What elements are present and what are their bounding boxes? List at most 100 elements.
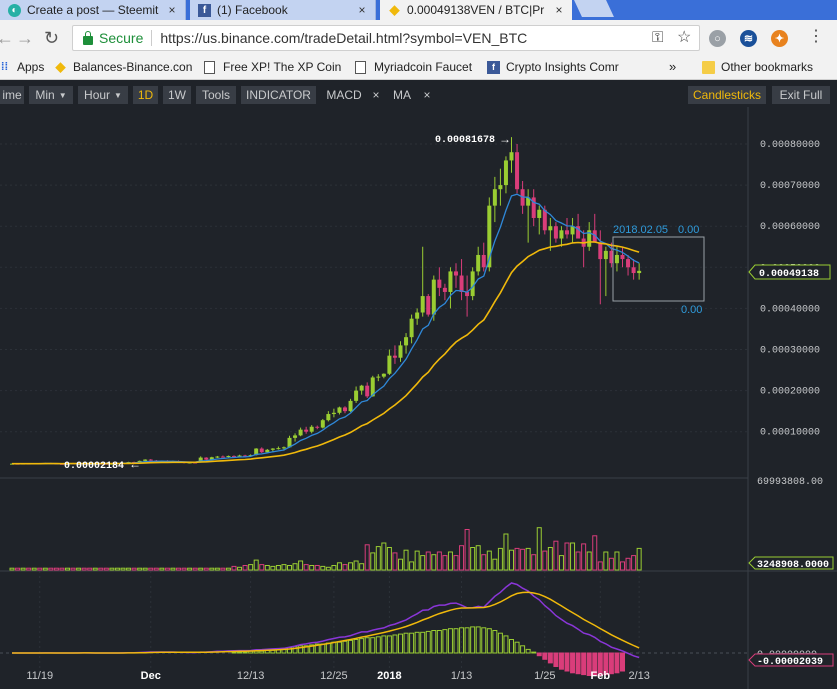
candle-body bbox=[354, 390, 359, 401]
menu-dots-icon[interactable]: ⋮ bbox=[808, 26, 824, 46]
browser-tab-strip: ◐ Create a post — Steemit × f (1) Facebo… bbox=[0, 0, 837, 20]
back-icon[interactable]: ← bbox=[0, 28, 14, 48]
indicator-button[interactable]: INDICATOR bbox=[241, 86, 316, 104]
bookmark-crypto-insights[interactable]: f Crypto Insights Comr bbox=[487, 60, 619, 74]
candle-body bbox=[270, 448, 275, 450]
macd-hist-bar bbox=[547, 652, 553, 664]
candle-body bbox=[448, 271, 453, 292]
bookmark-myriadcoin[interactable]: Myriadcoin Faucet bbox=[355, 60, 472, 74]
candle-body bbox=[226, 455, 231, 457]
secure-label: Secure bbox=[99, 30, 144, 46]
steem-extension-icon[interactable]: ≋ bbox=[740, 30, 757, 47]
candle-body bbox=[387, 355, 392, 374]
candle-body bbox=[431, 279, 436, 315]
volume-current-label: 3248908.0000 bbox=[757, 560, 829, 571]
candle-body bbox=[498, 185, 503, 190]
bookmark-label: Myriadcoin Faucet bbox=[374, 60, 473, 74]
candlesticks-button[interactable]: Candlesticks bbox=[688, 86, 766, 104]
candle-body bbox=[326, 414, 331, 421]
range-top-value: 0.00 bbox=[678, 224, 699, 236]
other-bookmarks[interactable]: Other bookmarks bbox=[702, 60, 813, 74]
macd-hist-bar bbox=[536, 652, 542, 657]
binance-icon: ◆ bbox=[55, 59, 66, 74]
volume-max-label: 69993808.00 bbox=[757, 477, 823, 488]
tab-steemit[interactable]: ◐ Create a post — Steemit × bbox=[0, 0, 186, 20]
more-bookmarks-button[interactable]: » bbox=[669, 59, 676, 74]
tab-facebook[interactable]: f (1) Facebook × bbox=[190, 0, 376, 20]
candle-body bbox=[281, 447, 286, 449]
interval-1w-button[interactable]: 1W bbox=[163, 86, 191, 104]
y-tick-label: 0.00070000 bbox=[760, 181, 820, 192]
candle-body bbox=[404, 337, 409, 346]
min-dropdown[interactable]: Min ▼ bbox=[29, 86, 73, 104]
candle-body bbox=[265, 449, 270, 453]
candle-body bbox=[315, 426, 320, 428]
candle-body bbox=[415, 312, 420, 319]
chart-toolbar: ime Min ▼ Hour ▼ 1D 1W Tools INDICATOR M… bbox=[0, 84, 837, 106]
apps-grid-icon: ⁞⁞ bbox=[0, 61, 9, 73]
key-icon[interactable]: ⚿ bbox=[652, 29, 663, 46]
exit-fullscreen-button[interactable]: Exit Full bbox=[772, 86, 830, 104]
url-field[interactable]: Secure https://us.binance.com/tradeDetai… bbox=[72, 25, 700, 51]
candle-body bbox=[398, 345, 403, 358]
candle-body bbox=[470, 271, 475, 297]
tools-button[interactable]: Tools bbox=[196, 86, 236, 104]
x-tick-label: 2/13 bbox=[628, 670, 649, 682]
macd-remove-icon[interactable]: × bbox=[367, 86, 385, 104]
candle-body bbox=[481, 254, 486, 268]
high-arrow-icon: → bbox=[499, 132, 511, 146]
candle-body bbox=[420, 296, 425, 313]
candle-body bbox=[515, 152, 520, 190]
macd-hist-bar bbox=[237, 651, 243, 654]
tab-binance[interactable]: ◆ 0.00049138VEN / BTC|Pr × bbox=[380, 0, 572, 20]
tab-close-icon[interactable]: × bbox=[355, 3, 369, 17]
candle-body bbox=[459, 275, 464, 292]
price-chart-area[interactable]: 0.000800000.000700000.000600000.00050000… bbox=[0, 107, 837, 689]
candle-body bbox=[537, 209, 542, 218]
hour-dropdown[interactable]: Hour ▼ bbox=[78, 86, 128, 104]
facebook-icon: f bbox=[487, 60, 500, 74]
reload-icon[interactable]: ↻ bbox=[44, 28, 59, 48]
candle-body bbox=[626, 259, 631, 268]
bookmark-label: Free XP! The XP Coin bbox=[223, 60, 342, 74]
tab-close-icon[interactable]: × bbox=[165, 3, 179, 17]
candle-body bbox=[454, 271, 458, 276]
interval-1d-button[interactable]: 1D bbox=[133, 86, 158, 104]
bookmark-free-xp[interactable]: Free XP! The XP Coin bbox=[204, 60, 341, 74]
candle-body bbox=[437, 279, 442, 288]
candle-body bbox=[598, 242, 603, 260]
metamask-icon[interactable]: ✦ bbox=[771, 30, 788, 47]
ma-label: MA bbox=[393, 88, 411, 102]
candle-body bbox=[376, 376, 381, 378]
candle-body bbox=[343, 407, 347, 412]
time-button[interactable]: ime bbox=[0, 86, 24, 104]
candlestick-chart-svg[interactable]: 0.000800000.000700000.000600000.00050000… bbox=[0, 107, 837, 689]
ma-remove-icon[interactable]: × bbox=[418, 86, 436, 104]
new-tab-button[interactable] bbox=[574, 0, 614, 17]
bookmark-apps[interactable]: ⁞⁞ Apps bbox=[0, 60, 45, 74]
bookmark-balances-binance[interactable]: ◆ Balances-Binance.con bbox=[54, 59, 193, 74]
y-tick-label: 0.00020000 bbox=[760, 387, 820, 398]
candle-body bbox=[409, 318, 414, 338]
x-tick-label: Dec bbox=[141, 670, 161, 682]
y-tick-label: 0.00080000 bbox=[760, 140, 820, 151]
forward-icon[interactable]: → bbox=[16, 28, 34, 48]
candle-body bbox=[381, 373, 386, 377]
candle-body bbox=[320, 420, 325, 428]
y-tick-label: 0.00040000 bbox=[760, 304, 820, 315]
macd-hist-bar bbox=[558, 652, 564, 670]
star-icon[interactable]: ☆ bbox=[677, 27, 691, 47]
extension-o-icon[interactable]: ○ bbox=[709, 30, 726, 47]
candle-body bbox=[503, 160, 508, 186]
chevron-down-icon: ▼ bbox=[114, 90, 122, 100]
tab-close-icon[interactable]: × bbox=[552, 3, 566, 17]
range-bottom-value: 0.00 bbox=[681, 304, 702, 316]
page-icon bbox=[204, 60, 215, 74]
candle-body bbox=[631, 267, 636, 274]
macd-hist-bar bbox=[542, 652, 548, 660]
x-tick-label: Feb bbox=[591, 670, 611, 682]
macd-label: MACD bbox=[326, 88, 362, 102]
candle-body bbox=[392, 355, 397, 358]
macd-hist-bar bbox=[531, 651, 537, 654]
facebook-icon: f bbox=[198, 3, 211, 17]
